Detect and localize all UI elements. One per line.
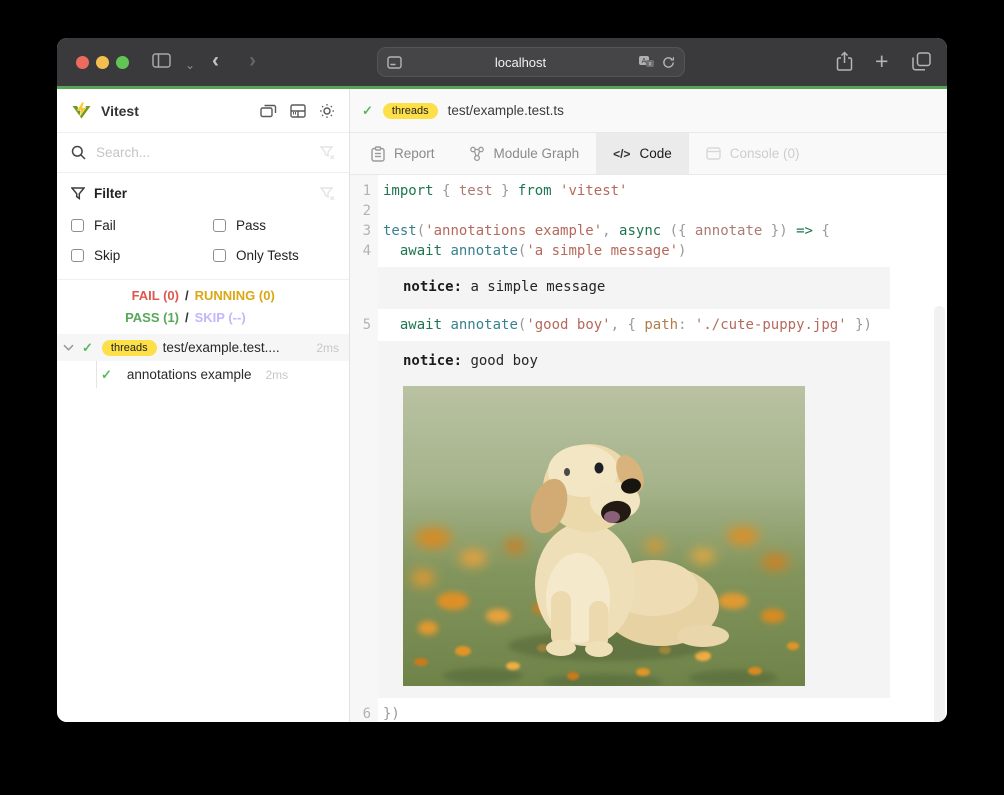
- pool-badge: threads: [102, 340, 157, 356]
- tab-report[interactable]: Report: [354, 133, 452, 174]
- zoom-button[interactable]: [116, 56, 129, 69]
- pass-check-icon: ✓: [82, 340, 93, 356]
- checkbox[interactable]: [71, 249, 84, 262]
- main-panel: ✓ threads test/example.test.ts Report: [350, 89, 947, 722]
- tab-console[interactable]: Console (0): [689, 133, 817, 174]
- pass-check-icon: ✓: [362, 103, 373, 119]
- skip-count: SKIP (--): [195, 310, 246, 325]
- reload-icon[interactable]: [662, 56, 675, 69]
- translate-icon[interactable]: A x: [639, 56, 655, 68]
- annotation-attachment-puppy-photo: [403, 386, 805, 686]
- annotation-notice: notice: a simple message: [378, 267, 890, 309]
- view-tabs: Report Module Graph </> Code: [350, 133, 947, 175]
- svg-text:A: A: [642, 58, 647, 65]
- checkbox[interactable]: [213, 249, 226, 262]
- url-text[interactable]: localhost: [402, 55, 639, 70]
- code-line: 6 }): [350, 704, 947, 722]
- filter-checkbox-fail[interactable]: Fail: [71, 215, 213, 235]
- funnel-icon: [71, 187, 85, 200]
- filter-checkbox-pass[interactable]: Pass: [213, 215, 335, 235]
- minimize-button[interactable]: [96, 56, 109, 69]
- pass-check-icon: ✓: [101, 367, 112, 383]
- sidebar: Vitest: [57, 89, 350, 722]
- indent-guide: [96, 361, 97, 388]
- search-input[interactable]: [96, 145, 310, 160]
- running-count: RUNNING (0): [195, 288, 275, 303]
- svg-text:x: x: [649, 62, 652, 68]
- search-bar: [57, 133, 349, 173]
- close-button[interactable]: [76, 56, 89, 69]
- sidebar-header: Vitest: [57, 89, 349, 133]
- dock-panel-icon[interactable]: [290, 104, 306, 118]
- vitest-logo: [71, 101, 92, 121]
- address-bar[interactable]: localhost A x: [377, 47, 685, 77]
- code-line: 4 await annotate('a simple message'): [350, 241, 947, 261]
- checkbox[interactable]: [213, 219, 226, 232]
- tab-module-graph[interactable]: Module Graph: [452, 133, 597, 174]
- sidebar-toggle-icon[interactable]: [152, 53, 171, 68]
- code-line: 2: [350, 201, 947, 221]
- filter-title: Filter: [94, 186, 127, 201]
- chevron-down-icon[interactable]: ⌄: [185, 58, 195, 72]
- chevron-down-icon[interactable]: [63, 344, 74, 351]
- test-duration: 2ms: [260, 368, 289, 382]
- clear-filter-icon[interactable]: [320, 187, 335, 200]
- test-file-row[interactable]: ✓ threads test/example.test.... 2ms: [57, 334, 349, 361]
- annotation-message: good boy: [470, 353, 537, 369]
- browser-titlebar: ⌄ ‹ › localhost A x: [57, 38, 947, 86]
- pass-count: PASS (1): [57, 310, 179, 325]
- annotation-notice: notice: good boy: [378, 341, 890, 698]
- tab-code[interactable]: </> Code: [596, 133, 689, 174]
- browser-window: ⌄ ‹ › localhost A x: [57, 38, 947, 722]
- code-line: 3 test('annotations example', async ({ a…: [350, 221, 947, 241]
- code-line: 1 import { test } from 'vitest': [350, 181, 947, 201]
- annotation-message: a simple message: [470, 279, 605, 295]
- filter-checkbox-skip[interactable]: Skip: [71, 245, 213, 265]
- code-line: 5 await annotate('good boy', { path: './…: [350, 315, 947, 335]
- node-graph-icon: [469, 146, 485, 162]
- filter-section: Filter Fail Pass: [57, 173, 349, 280]
- stacked-windows-icon[interactable]: [260, 103, 277, 118]
- test-status-summary: FAIL (0) / RUNNING (0) PASS (1) / SKIP (…: [57, 280, 349, 334]
- code-editor[interactable]: 1 import { test } from 'vitest' 2 3 test…: [350, 175, 947, 722]
- clipboard-icon: [371, 146, 385, 162]
- pool-badge: threads: [383, 103, 438, 119]
- code-icon: </>: [613, 147, 630, 161]
- test-name: annotations example: [127, 367, 252, 382]
- test-case-row[interactable]: ✓ annotations example 2ms: [57, 361, 349, 388]
- main-header: ✓ threads test/example.test.ts: [350, 89, 947, 133]
- file-duration: 2ms: [310, 341, 339, 355]
- file-name: test/example.test....: [163, 340, 280, 355]
- theme-toggle-sun-icon[interactable]: [319, 103, 335, 119]
- page-settings-icon[interactable]: [387, 56, 402, 69]
- share-icon[interactable]: [836, 51, 853, 72]
- app-title: Vitest: [101, 103, 139, 119]
- scrollbar-thumb[interactable]: [934, 306, 945, 722]
- window-controls: [76, 56, 129, 69]
- console-icon: [706, 147, 721, 160]
- search-icon: [71, 145, 86, 160]
- filter-checkbox-only-tests[interactable]: Only Tests: [213, 245, 335, 265]
- clear-search-filter-icon[interactable]: [320, 146, 335, 159]
- back-button[interactable]: ‹: [212, 49, 219, 73]
- forward-button[interactable]: ›: [249, 49, 256, 73]
- checkbox[interactable]: [71, 219, 84, 232]
- fail-count: FAIL (0): [57, 288, 179, 303]
- new-tab-button[interactable]: +: [875, 48, 888, 75]
- open-file-path: test/example.test.ts: [448, 103, 564, 118]
- tab-overview-icon[interactable]: [912, 52, 931, 71]
